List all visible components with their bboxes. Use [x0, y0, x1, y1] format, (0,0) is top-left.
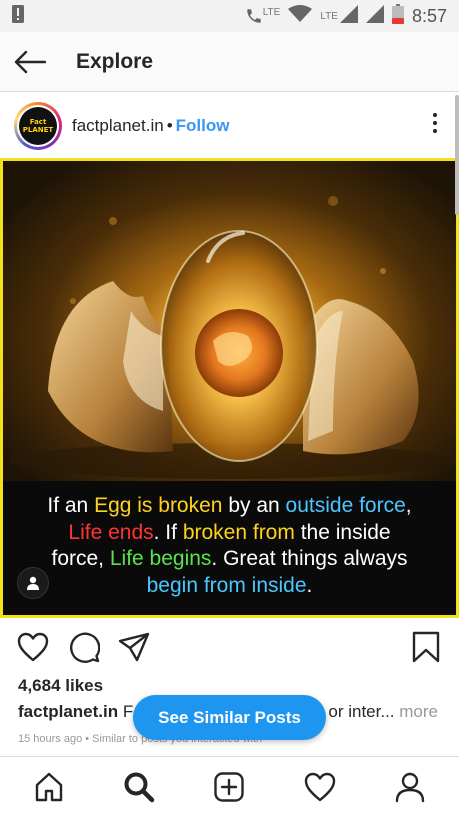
signal-icon — [339, 4, 358, 28]
activity-heart-icon[interactable] — [296, 763, 344, 811]
caption-tail-text: or inter... — [328, 702, 395, 721]
egg-photo — [3, 161, 456, 481]
separator-dot: • — [166, 116, 173, 135]
post-image[interactable]: If an Egg is broken by an outside force,… — [0, 158, 459, 618]
signal-icon — [365, 4, 384, 28]
heart-icon[interactable] — [16, 630, 50, 664]
tagged-user-icon[interactable] — [17, 567, 49, 599]
scrollbar[interactable] — [455, 95, 459, 215]
lte-label: LTE — [262, 7, 281, 18]
battery-low-icon — [391, 3, 404, 29]
status-time: 8:57 — [411, 5, 447, 26]
bottom-nav — [0, 756, 459, 816]
page-title: Explore — [76, 49, 154, 73]
search-icon[interactable] — [115, 763, 163, 811]
alert-icon — [12, 4, 24, 28]
arrow-left-icon[interactable] — [14, 50, 46, 74]
app-header: Explore — [0, 32, 459, 92]
brand-logo-icon: Fact PLANET — [19, 107, 57, 145]
comment-icon[interactable] — [67, 630, 101, 664]
caption-username[interactable]: factplanet.in — [18, 702, 118, 721]
post-header: Fact PLANET factplanet.in • Follow — [0, 93, 459, 159]
see-similar-posts-button[interactable]: See Similar Posts — [133, 695, 326, 740]
add-post-icon[interactable] — [205, 763, 253, 811]
more-options-icon[interactable] — [433, 113, 439, 133]
follow-button[interactable]: Follow — [176, 116, 230, 136]
status-bar: LTE LTE 8:57 — [0, 0, 459, 32]
likes-count[interactable]: 4,684 likes — [18, 676, 103, 696]
wifi-icon — [288, 4, 313, 28]
caption-more-link[interactable]: more — [399, 702, 438, 721]
avatar[interactable]: Fact PLANET — [14, 102, 62, 150]
profile-icon[interactable] — [386, 763, 434, 811]
share-icon[interactable] — [117, 630, 151, 664]
post-username[interactable]: factplanet.in — [72, 116, 164, 136]
lte-label: LTE — [320, 10, 338, 22]
call-lte-icon: LTE — [245, 7, 281, 25]
post-actions — [0, 626, 459, 670]
bookmark-icon[interactable] — [409, 630, 443, 664]
home-icon[interactable] — [25, 763, 73, 811]
image-caption: If an Egg is broken by an outside force,… — [3, 481, 456, 615]
caption-text: F — [122, 702, 134, 721]
